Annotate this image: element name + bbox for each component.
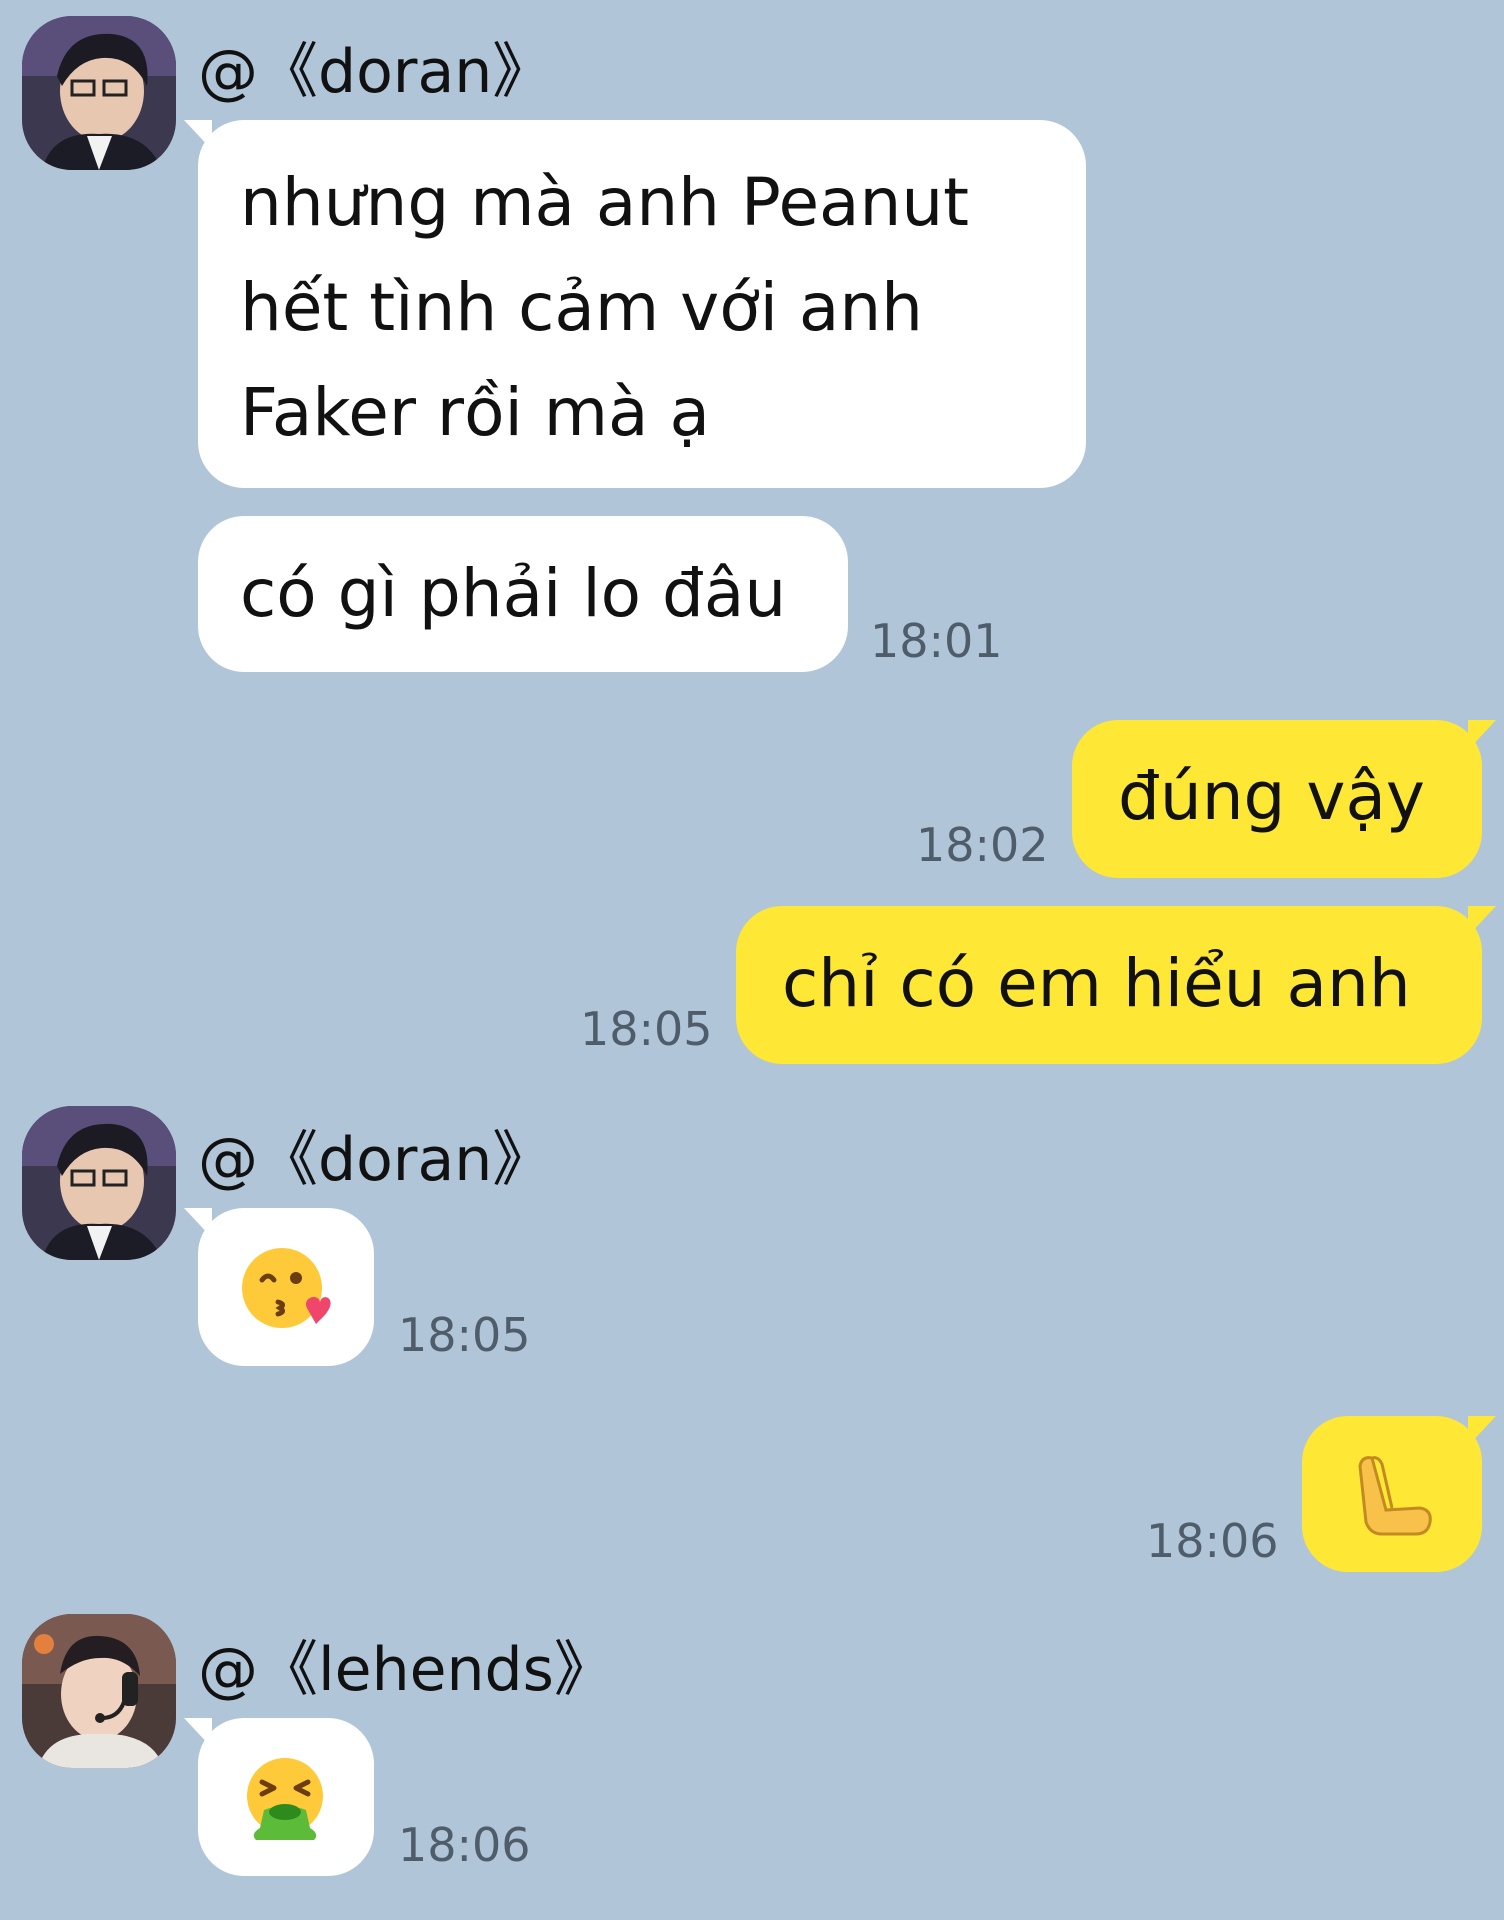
vomiting-face-icon [247, 1758, 323, 1840]
message-bubble[interactable]: có gì phải lo đâu [198, 516, 848, 672]
message-time: 18:02 [916, 818, 1049, 872]
bubble-tail [184, 120, 212, 150]
kissing-face-with-heart-icon [242, 1248, 331, 1328]
message-text: nhưng mà anh Peanut hết tình cảm với anh… [240, 164, 970, 451]
sender-name: @《doran》 [198, 1125, 553, 1195]
bubble-tail [184, 1208, 212, 1238]
bubble-tail [1468, 720, 1496, 750]
message-text: đúng vậy [1118, 758, 1425, 835]
message-bubble[interactable]: chỉ có em hiểu anh [736, 906, 1496, 1064]
message-text: chỉ có em hiểu anh [782, 945, 1411, 1022]
message-bubble[interactable] [184, 1208, 374, 1366]
message-time: 18:05 [580, 1002, 713, 1056]
message-text: có gì phải lo đâu [240, 555, 787, 632]
bubble-tail [184, 1718, 212, 1748]
bubble-tail [1468, 1416, 1496, 1446]
bubble-tail [1468, 906, 1496, 936]
sender-name: @《lehends》 [198, 1635, 614, 1705]
message-bubble[interactable]: nhưng mà anh Peanut hết tình cảm với anh… [184, 120, 1086, 488]
hand-gesture-icon [1358, 1456, 1432, 1536]
message-bubble[interactable] [1302, 1416, 1496, 1572]
sender-name: @《doran》 [198, 37, 553, 107]
avatar-lehends[interactable] [22, 1614, 176, 1768]
message-bubble[interactable]: đúng vậy [1072, 720, 1496, 878]
avatar-doran[interactable] [22, 1106, 176, 1260]
avatar-doran[interactable] [22, 16, 176, 170]
message-time: 18:05 [398, 1308, 531, 1362]
message-time: 18:06 [398, 1818, 531, 1872]
message-bubble[interactable] [184, 1718, 374, 1876]
message-time: 18:06 [1146, 1514, 1279, 1568]
message-time: 18:01 [870, 614, 1003, 668]
